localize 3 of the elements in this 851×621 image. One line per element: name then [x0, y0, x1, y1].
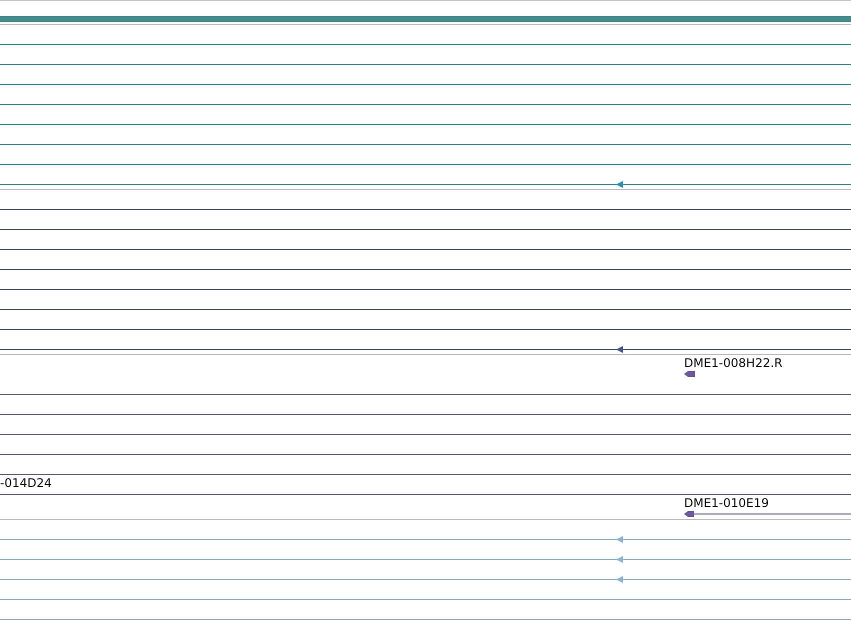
- feature-label: -014D24: [0, 476, 52, 490]
- feature-label: DME1-010E19: [684, 496, 769, 510]
- feature-label: DME1-008H22.R: [684, 356, 782, 370]
